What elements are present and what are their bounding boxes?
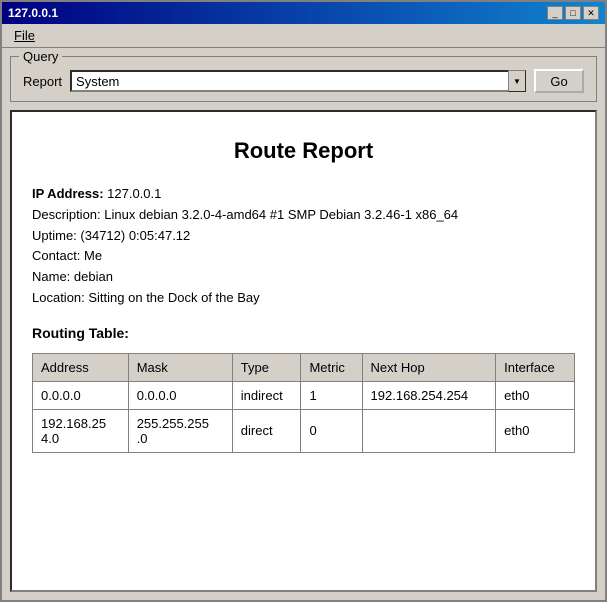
info-block: IP Address: 127.0.0.1 Description: Linux… [32, 184, 575, 309]
minimize-button[interactable]: _ [547, 6, 563, 20]
query-legend: Query [19, 49, 62, 64]
cell-interface: eth0 [496, 409, 575, 452]
go-button[interactable]: Go [534, 69, 584, 93]
cell-nexthop [362, 409, 496, 452]
window-title: 127.0.0.1 [8, 6, 58, 20]
report-select-wrapper: System ▼ [70, 70, 526, 92]
table-row: 0.0.0.00.0.0.0indirect1192.168.254.254et… [33, 381, 575, 409]
table-row: 192.168.25 4.0255.255.255 .0direct0 eth0 [33, 409, 575, 452]
cell-address: 0.0.0.0 [33, 381, 129, 409]
table-header-row: Address Mask Type Metric Next Hop Interf… [33, 353, 575, 381]
query-group: Query Report System ▼ Go [10, 56, 597, 102]
title-bar: 127.0.0.1 _ □ ✕ [2, 2, 605, 24]
cell-type: indirect [232, 381, 301, 409]
report-panel-outer: Route Report IP Address: 127.0.0.1 Descr… [10, 110, 597, 592]
col-mask: Mask [128, 353, 232, 381]
cell-address: 192.168.25 4.0 [33, 409, 129, 452]
name-line: Name: debian [32, 267, 575, 288]
contact-line: Contact: Me [32, 246, 575, 267]
main-window: 127.0.0.1 _ □ ✕ File Query Report System… [0, 0, 607, 602]
col-metric: Metric [301, 353, 362, 381]
cell-mask: 255.255.255 .0 [128, 409, 232, 452]
content-area: Query Report System ▼ Go Route Report IP… [2, 48, 605, 600]
col-nexthop: Next Hop [362, 353, 496, 381]
menu-bar: File [2, 24, 605, 48]
ip-line: IP Address: 127.0.0.1 [32, 184, 575, 205]
routing-table: Address Mask Type Metric Next Hop Interf… [32, 353, 575, 453]
cell-mask: 0.0.0.0 [128, 381, 232, 409]
routing-heading: Routing Table: [32, 325, 575, 341]
cell-metric: 1 [301, 381, 362, 409]
ip-label: IP Address: [32, 186, 104, 201]
cell-nexthop: 192.168.254.254 [362, 381, 496, 409]
ip-value: 127.0.0.1 [107, 186, 161, 201]
description-line: Description: Linux debian 3.2.0-4-amd64 … [32, 205, 575, 226]
report-panel[interactable]: Route Report IP Address: 127.0.0.1 Descr… [12, 112, 595, 590]
window-controls: _ □ ✕ [547, 6, 599, 20]
col-type: Type [232, 353, 301, 381]
close-button[interactable]: ✕ [583, 6, 599, 20]
cell-interface: eth0 [496, 381, 575, 409]
col-interface: Interface [496, 353, 575, 381]
report-label: Report [23, 74, 62, 89]
col-address: Address [33, 353, 129, 381]
maximize-button[interactable]: □ [565, 6, 581, 20]
report-select[interactable]: System [70, 70, 526, 92]
file-menu[interactable]: File [6, 26, 43, 45]
location-line: Location: Sitting on the Dock of the Bay [32, 288, 575, 309]
cell-type: direct [232, 409, 301, 452]
query-row: Report System ▼ Go [23, 69, 584, 93]
cell-metric: 0 [301, 409, 362, 452]
report-title: Route Report [32, 138, 575, 164]
uptime-line: Uptime: (34712) 0:05:47.12 [32, 226, 575, 247]
